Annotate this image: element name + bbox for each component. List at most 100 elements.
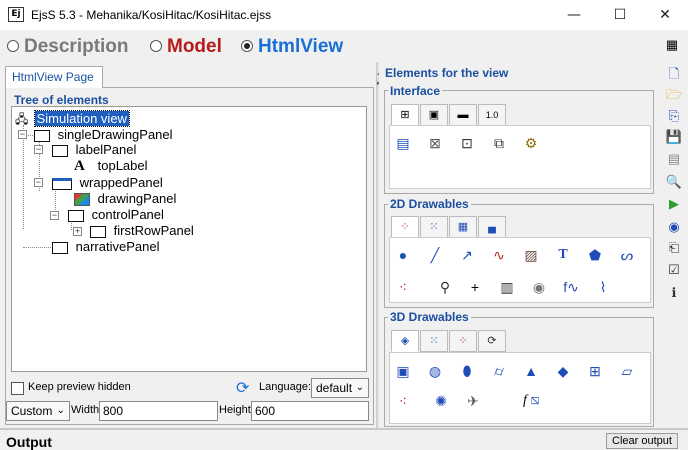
output-panel [0, 430, 688, 446]
height-input[interactable] [251, 401, 369, 421]
cone-3d-element-icon[interactable]: ▲ [520, 360, 542, 382]
drawables-2d-title: 2D Drawables [388, 197, 471, 211]
tree-node-label-panel[interactable]: labelPanel [52, 142, 136, 158]
drawables-3d-title: 3D Drawables [388, 310, 471, 324]
arrow-element-icon[interactable]: ↗ [456, 244, 478, 266]
tab-description[interactable]: Description [24, 36, 129, 58]
interface-tab-number-icon[interactable]: 1.0 [478, 104, 506, 126]
analytic-surface-3d-element-icon[interactable]: ⧅ [524, 388, 546, 410]
wrapped-panel-element-icon[interactable]: ⧉ [488, 132, 510, 154]
save-as-icon[interactable]: ▤ [665, 150, 683, 168]
interface-tab-tree-icon[interactable]: ⊞ [391, 104, 419, 126]
tree-node-single-drawing-panel[interactable]: singleDrawingPanel [34, 127, 173, 143]
cross-element-icon[interactable]: + [464, 276, 486, 298]
options-icon[interactable]: ☑ [665, 261, 683, 279]
drawing-panel-element-icon[interactable]: ▤ [392, 132, 414, 154]
plotting-panel-element-icon[interactable]: ⊡ [456, 132, 478, 154]
clear-output-button[interactable]: Clear output [606, 433, 678, 449]
cursor-element-icon[interactable]: ⚲ [434, 276, 456, 298]
tree-node-narrative-panel[interactable]: narrativePanel [52, 239, 159, 255]
image-element-icon[interactable]: ▨ [520, 244, 542, 266]
language-label: Language: [259, 381, 311, 393]
trail-element-icon[interactable]: ⁖ [392, 276, 414, 298]
panel-icon [52, 241, 68, 254]
cylinder-3d-element-icon[interactable]: ⌭ [488, 360, 510, 382]
grid-menu-icon[interactable]: ▦ [664, 38, 680, 52]
airplane-3d-element-icon[interactable]: ✈ [462, 390, 484, 412]
tree-node-control-panel[interactable]: controlPanel [68, 207, 164, 223]
htmlview-radio[interactable] [241, 40, 253, 52]
slider-element-icon[interactable]: ▥ [496, 276, 518, 298]
2d-tab-shapes-icon[interactable]: ⁘ [391, 216, 419, 238]
surface-3d-element-icon[interactable]: ▱ [616, 360, 638, 382]
ellipsoid-3d-element-icon[interactable]: ⬮ [456, 360, 478, 382]
shape-element-icon[interactable]: ● [392, 244, 414, 266]
wrapped-panel-icon [52, 177, 72, 190]
text-label-icon: A [74, 158, 85, 174]
close-button[interactable]: ✕ [642, 0, 688, 30]
new-file-icon[interactable]: 🗋 [665, 65, 683, 83]
save-icon[interactable]: 💾 [665, 128, 683, 146]
tree-node-drawing-panel[interactable]: drawingPanel [74, 191, 176, 207]
chevron-down-icon: ⌄ [56, 405, 65, 416]
2d-tab-fields-icon[interactable]: ▦ [449, 216, 477, 238]
open-folder-icon[interactable]: 🗁 [665, 86, 683, 104]
3d-tab-shapes-icon[interactable]: ⁘ [449, 330, 477, 352]
minimize-button[interactable]: — [551, 0, 597, 30]
package-icon[interactable]: ⎗ [665, 239, 683, 257]
webcam-element-icon[interactable]: ◉ [528, 276, 550, 298]
panel-icon [90, 225, 106, 238]
tree-node-wrapped-panel[interactable]: wrappedPanel [52, 175, 163, 191]
disk-3d-element-icon[interactable]: ✺ [430, 390, 452, 412]
segment-element-icon[interactable]: ╱ [424, 244, 446, 266]
collapse-icon[interactable]: − [34, 145, 43, 154]
width-label: Width [71, 404, 100, 416]
box-3d-element-icon[interactable]: ▣ [392, 360, 414, 382]
tree-of-elements: 🖧 Simulation view − singleDrawingPanel −… [11, 106, 367, 372]
info-icon[interactable]: ℹ [665, 284, 683, 302]
web-icon[interactable]: ◉ [665, 218, 683, 236]
run-icon[interactable]: ▶ [665, 195, 683, 213]
open-workspace-icon[interactable]: ⎘ [665, 107, 683, 125]
tree-node-first-row-panel[interactable]: firstRowPanel [90, 223, 194, 239]
2d-tab-sets-icon[interactable]: ⁙ [420, 216, 448, 238]
pyramid-3d-element-icon[interactable]: ◆ [552, 360, 574, 382]
collapse-icon[interactable]: − [18, 130, 27, 139]
3d-tab-sets-icon[interactable]: ⁙ [420, 330, 448, 352]
tree-node-simulation-view[interactable]: 🖧 Simulation view [15, 110, 130, 127]
polygon-element-icon[interactable]: ⬟ [584, 244, 606, 266]
spring-element-icon[interactable]: ∿ [488, 244, 510, 266]
keep-preview-checkbox[interactable] [11, 382, 24, 395]
interface-tab-window-icon[interactable]: ▣ [420, 104, 448, 126]
text-element-icon[interactable]: T [552, 244, 574, 266]
trace-element-icon[interactable]: ⌇ [592, 276, 614, 298]
maximize-button[interactable]: ☐ [597, 0, 643, 30]
tab-model[interactable]: Model [167, 36, 222, 58]
tree-title: Tree of elements [14, 93, 109, 107]
tab-htmlview-page[interactable]: HtmlView Page [5, 66, 103, 88]
plane-3d-element-icon[interactable]: ⊞ [584, 360, 606, 382]
search-icon[interactable]: 🔍 [665, 173, 683, 191]
tab-htmlview[interactable]: HtmlView [258, 36, 343, 58]
description-radio[interactable] [7, 40, 19, 52]
width-input[interactable] [99, 401, 218, 421]
model-radio[interactable] [150, 40, 162, 52]
3d-tab-transform-icon[interactable]: ⟳ [478, 330, 506, 352]
3d-tab-basic-icon[interactable]: ◈ [391, 330, 419, 352]
trail-3d-element-icon[interactable]: ⁖ [392, 390, 414, 412]
sphere-3d-element-icon[interactable]: ◍ [424, 360, 446, 382]
collapse-icon[interactable]: − [34, 178, 43, 187]
tree-node-top-label[interactable]: A topLabel [74, 158, 148, 174]
expand-icon[interactable]: + [73, 227, 82, 236]
2d-tab-charts-icon[interactable]: ▄ [478, 216, 506, 238]
interface-tab-button-icon[interactable]: ▬ [449, 104, 477, 126]
size-mode-select[interactable]: Custom ⌄ [6, 401, 70, 421]
panel-icon [68, 209, 84, 222]
curve-element-icon[interactable]: ᔕ [616, 244, 638, 266]
settings-element-icon[interactable]: ⚙ [520, 132, 542, 154]
language-select[interactable]: default ⌄ [311, 378, 369, 398]
refresh-icon[interactable]: ⟳ [236, 378, 249, 398]
collapse-icon[interactable]: − [50, 211, 59, 220]
image-panel-element-icon[interactable]: ⊠ [424, 132, 446, 154]
function-element-icon[interactable]: f∿ [560, 276, 582, 298]
